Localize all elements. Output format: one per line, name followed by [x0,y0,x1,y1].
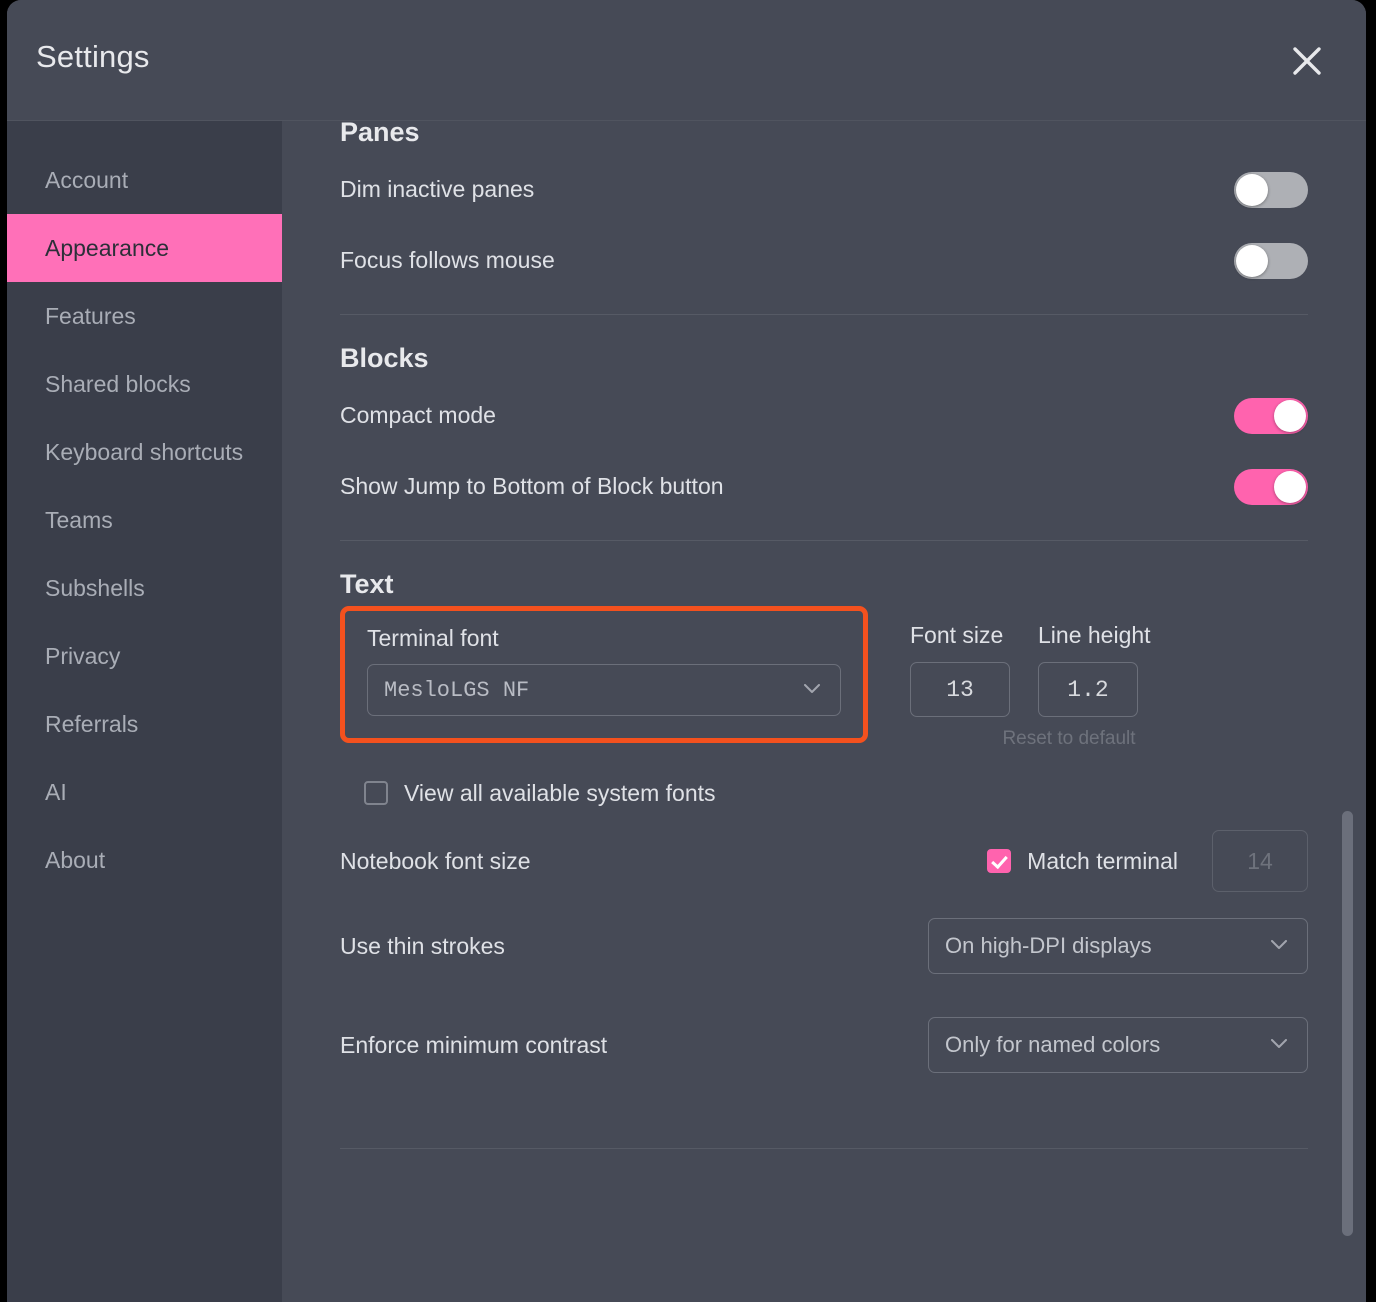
font-size-input[interactable]: 13 [910,662,1010,717]
terminal-font-highlight-box: Terminal font MesloLGS NF [340,606,868,743]
match-terminal-label[interactable]: Match terminal [1027,848,1178,875]
close-icon [1289,43,1325,79]
line-height-input[interactable]: 1.2 [1038,662,1138,717]
settings-dialog: Settings Account Appearance Features [7,0,1366,1302]
terminal-font-select[interactable]: MesloLGS NF [367,664,841,716]
section-divider [340,540,1308,541]
thin-strokes-select[interactable]: On high-DPI displays [928,918,1308,974]
sidebar-item-label: Keyboard shortcuts [45,439,243,466]
sidebar-item-label: Appearance [45,235,169,262]
section-heading-panes: Panes [340,121,1308,148]
line-height-field: Line height 1.2 [1038,622,1151,717]
dim-inactive-panes-toggle[interactable] [1234,172,1308,208]
sidebar-item-ai[interactable]: AI [7,758,282,826]
font-metrics-group: Font size 13 Line height 1.2 [910,622,1151,717]
focus-follows-mouse-toggle[interactable] [1234,243,1308,279]
sidebar-item-label: Shared blocks [45,371,191,398]
setting-label: Notebook font size [340,848,531,875]
line-height-value: 1.2 [1067,677,1108,703]
sidebar-item-referrals[interactable]: Referrals [7,690,282,758]
sidebar-item-privacy[interactable]: Privacy [7,622,282,690]
reset-to-default-button[interactable]: Reset to default [996,728,1142,750]
view-all-system-fonts-checkbox[interactable] [364,781,388,805]
sidebar-item-label: Features [45,303,136,330]
font-size-value: 13 [946,677,974,703]
sidebar-item-appearance[interactable]: Appearance [7,214,282,282]
match-terminal-row: Match terminal [987,848,1178,875]
sidebar-item-label: Account [45,167,128,194]
setting-row-jump-to-bottom: Show Jump to Bottom of Block button [340,451,1308,522]
sidebar-item-keyboard-shortcuts[interactable]: Keyboard shortcuts [7,418,282,486]
setting-label: Dim inactive panes [340,176,534,203]
thin-strokes-value: On high-DPI displays [945,933,1152,959]
setting-label: Focus follows mouse [340,247,555,274]
setting-row-dim-inactive-panes: Dim inactive panes [340,154,1308,225]
close-button[interactable] [1286,40,1328,82]
setting-label: Use thin strokes [340,933,505,960]
font-size-field: Font size 13 [910,622,1010,717]
setting-label: Enforce minimum contrast [340,1032,607,1059]
sidebar-item-label: AI [45,779,67,806]
notebook-font-size-input[interactable]: 14 [1212,830,1308,892]
dialog-body: Account Appearance Features Shared block… [7,121,1366,1302]
sidebar-item-label: Privacy [45,643,120,670]
show-jump-to-bottom-toggle[interactable] [1234,469,1308,505]
view-all-fonts-row: View all available system fonts [340,764,1308,822]
section-heading-blocks: Blocks [340,343,1308,374]
settings-sidebar: Account Appearance Features Shared block… [7,121,282,1302]
terminal-font-value: MesloLGS NF [384,678,529,703]
chevron-down-icon [800,676,824,705]
toggle-knob [1274,471,1306,503]
sidebar-item-label: Teams [45,507,113,534]
section-divider [340,1148,1308,1149]
setting-row-focus-follows-mouse: Focus follows mouse [340,225,1308,296]
toggle-knob [1236,245,1268,277]
font-size-label: Font size [910,622,1010,649]
dialog-header: Settings [7,0,1366,121]
setting-row-notebook-font-size: Notebook font size Match terminal 14 [340,822,1308,900]
toggle-knob [1236,174,1268,206]
sidebar-item-shared-blocks[interactable]: Shared blocks [7,350,282,418]
sidebar-item-subshells[interactable]: Subshells [7,554,282,622]
setting-row-thin-strokes: Use thin strokes On high-DPI displays [340,900,1308,992]
enforce-minimum-contrast-select[interactable]: Only for named colors [928,1017,1308,1073]
chevron-down-icon [1267,932,1291,961]
page-title: Settings [36,39,150,75]
section-heading-text: Text [340,569,1308,600]
terminal-font-label: Terminal font [367,625,841,652]
notebook-font-size-value: 14 [1247,848,1273,875]
match-terminal-checkbox[interactable] [987,849,1011,873]
sidebar-item-about[interactable]: About [7,826,282,894]
view-all-system-fonts-label[interactable]: View all available system fonts [404,780,716,807]
content-scrollbar[interactable] [1342,811,1353,1236]
sidebar-item-label: About [45,847,105,874]
settings-content: Panes Dim inactive panes Focus follows m… [282,121,1366,1302]
section-divider [340,314,1308,315]
sidebar-item-account[interactable]: Account [7,146,282,214]
sidebar-item-features[interactable]: Features [7,282,282,350]
setting-row-compact-mode: Compact mode [340,380,1308,451]
text-settings-grid: Terminal font MesloLGS NF [340,606,1308,750]
chevron-down-icon [1267,1031,1291,1060]
line-height-label: Line height [1038,622,1151,649]
sidebar-item-label: Referrals [45,711,138,738]
compact-mode-toggle[interactable] [1234,398,1308,434]
min-contrast-value: Only for named colors [945,1032,1160,1058]
setting-label: Show Jump to Bottom of Block button [340,473,724,500]
setting-label: Compact mode [340,402,496,429]
setting-row-min-contrast: Enforce minimum contrast Only for named … [340,992,1308,1098]
sidebar-item-label: Subshells [45,575,145,602]
notebook-font-controls: Match terminal 14 [987,830,1308,892]
toggle-knob [1274,400,1306,432]
sidebar-item-teams[interactable]: Teams [7,486,282,554]
